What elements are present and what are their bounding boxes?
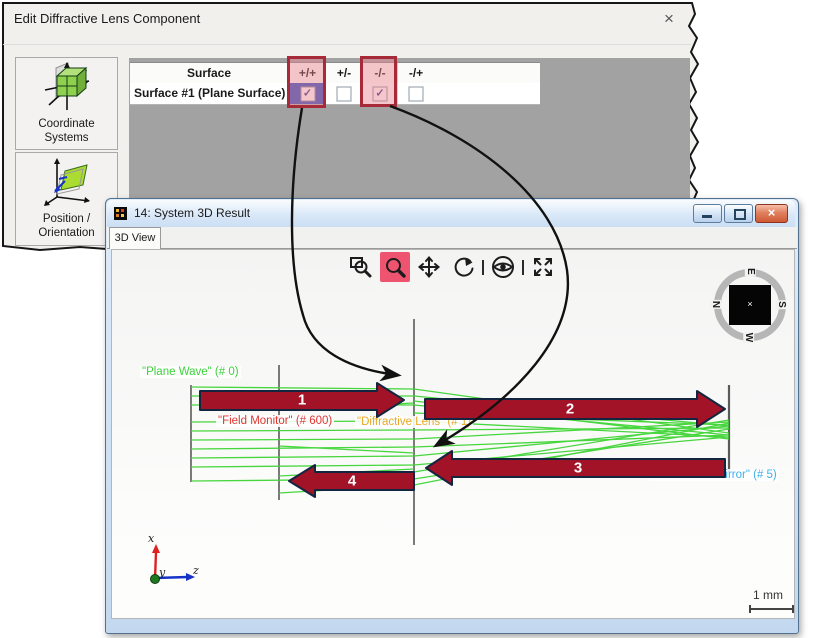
arrow-number-3: 3 (574, 460, 582, 477)
surface-column-header: Surface (130, 63, 288, 83)
tab-3d-view[interactable]: 3D View (109, 227, 161, 249)
rotate-icon[interactable] (448, 252, 478, 282)
table-row[interactable]: Surface #1 (Plane Surface) ✓ ✓ (130, 83, 540, 105)
view-eye-icon[interactable] (488, 252, 518, 282)
3d-view-canvas[interactable]: × E S W N (111, 249, 795, 619)
restore-icon (734, 209, 746, 220)
position-orientation-icon (41, 155, 93, 207)
restore-button[interactable] (724, 204, 753, 223)
mode-header-pm: +/- (325, 63, 362, 83)
arrow-number-4: 4 (348, 473, 356, 490)
highlight-box-mm (360, 56, 397, 107)
zoom-region-icon[interactable] (346, 252, 376, 282)
dialog-title: Edit Diffractive Lens Component (14, 11, 200, 26)
close-button[interactable]: × (755, 204, 788, 223)
minimize-icon (702, 215, 712, 218)
highlight-box-pp (287, 56, 326, 108)
window-title: 14: System 3D Result (134, 200, 250, 227)
surface-row-name: Surface #1 (Plane Surface) (134, 83, 285, 104)
system-3d-result-window: 14: System 3D Result × 3D View (105, 198, 799, 634)
checkbox-cell-mp (397, 83, 434, 104)
coordinate-systems-button[interactable]: Coordinate Systems (15, 57, 118, 150)
toolbar-separator (522, 260, 524, 275)
close-icon[interactable]: × (664, 9, 674, 29)
table-header-row: Surface +/+ +/- -/- -/+ (130, 62, 540, 84)
sidebar-button-label: Coordinate Systems (16, 117, 117, 145)
sidebar-button-label: Position / Orientation (16, 212, 117, 240)
arrow-number-2: 2 (566, 401, 574, 418)
dialog-divider (3, 44, 691, 45)
mode-header-mp: -/+ (397, 63, 434, 83)
arrow-number-1: 1 (298, 392, 306, 409)
minimize-button[interactable] (693, 204, 722, 223)
zoom-icon[interactable] (380, 252, 410, 282)
window-titlebar[interactable]: 14: System 3D Result × (107, 200, 795, 227)
checkbox-pm[interactable] (337, 86, 352, 101)
app-icon (114, 207, 127, 220)
pan-icon[interactable] (414, 252, 444, 282)
checkbox-mp[interactable] (409, 86, 424, 101)
fit-view-icon[interactable] (528, 252, 558, 282)
toolbar-separator (482, 260, 484, 275)
close-icon: × (768, 205, 776, 220)
beam-direction-arrows (112, 250, 794, 618)
tab-strip: 3D View (107, 227, 797, 249)
coordinate-systems-icon (41, 60, 93, 112)
checkbox-cell-pm (325, 83, 362, 104)
position-orientation-button[interactable]: Position / Orientation (15, 152, 118, 246)
view-toolbar (346, 252, 558, 282)
